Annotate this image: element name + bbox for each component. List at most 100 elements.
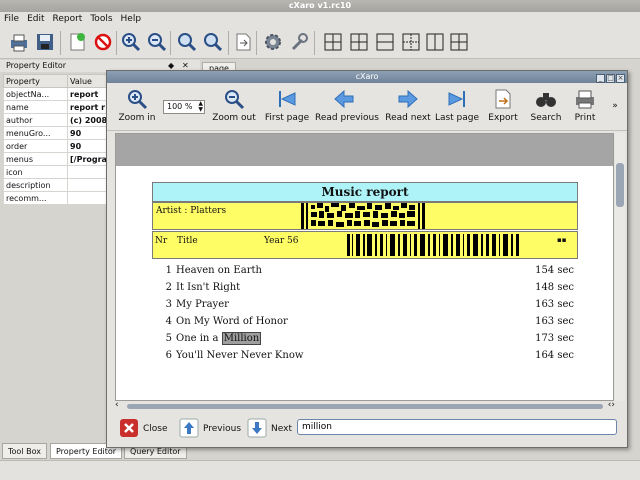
layout-grid-icon[interactable] xyxy=(424,31,446,53)
menu-tools[interactable]: Tools xyxy=(86,12,116,27)
table-row[interactable]: objectNa... report xyxy=(3,87,108,101)
zoom-out-button[interactable]: Zoom out xyxy=(209,87,259,123)
menu-file[interactable]: File xyxy=(0,12,23,27)
table-row[interactable]: icon xyxy=(3,165,108,179)
export-button[interactable]: Export xyxy=(485,87,521,123)
table-row[interactable]: name report r xyxy=(3,100,108,114)
row-number: 6 xyxy=(165,350,172,361)
header-year: Year 56 xyxy=(264,236,299,246)
page-gap xyxy=(116,134,613,166)
zoom-in-label: Zoom in xyxy=(118,113,156,123)
toolbar-overflow-button[interactable]: » xyxy=(609,101,621,111)
zoom-in-icon xyxy=(128,90,148,110)
maximize-icon[interactable]: □ xyxy=(606,74,615,83)
report-title: Music report xyxy=(152,182,578,202)
row-title: One in a Million xyxy=(176,330,262,347)
table-row[interactable]: menus [/Progra xyxy=(3,152,108,166)
save-icon[interactable] xyxy=(34,31,56,53)
layout-grid-icon[interactable] xyxy=(448,31,470,53)
property-name: menuGro... xyxy=(3,126,68,140)
toolbar-separator xyxy=(228,31,229,55)
find-next-label: Next xyxy=(271,424,292,434)
close-find-label: Close xyxy=(143,424,168,434)
table-row[interactable]: recomm... xyxy=(3,191,108,205)
table-row[interactable]: menuGro... 90 xyxy=(3,126,108,140)
property-value[interactable] xyxy=(67,165,108,179)
zoom-out-icon[interactable] xyxy=(146,31,168,53)
spinner-icon[interactable]: ▲ ▼ xyxy=(198,101,203,113)
horizontal-scrollbar[interactable]: ‹ ‹› xyxy=(115,400,615,411)
report-row: 4 On My Word of Honor 163 sec xyxy=(152,313,578,330)
layout-grid-icon[interactable] xyxy=(374,31,396,53)
vertical-scrollbar[interactable] xyxy=(615,133,625,401)
find-previous-button[interactable]: Previous xyxy=(179,417,241,441)
property-value[interactable]: 90 xyxy=(67,139,108,153)
artist-band: Artist : Platters xyxy=(152,202,578,230)
layout-grid-icon[interactable] xyxy=(322,31,344,53)
zoom-out-label: Zoom out xyxy=(212,113,256,123)
scroll-right-icon[interactable]: ‹› xyxy=(608,400,615,410)
menu-help[interactable]: Help xyxy=(117,12,146,27)
zoom-in-icon[interactable] xyxy=(120,31,142,53)
layout-grid-icon[interactable] xyxy=(348,31,370,53)
zoom-in-button[interactable]: Zoom in xyxy=(113,87,161,123)
property-value[interactable] xyxy=(67,178,108,192)
row-number: 1 xyxy=(165,265,172,276)
dialog-titlebar: cXaro _ □ × xyxy=(107,71,627,83)
export-label: Export xyxy=(488,113,518,123)
toolbar-separator xyxy=(256,31,257,55)
property-value[interactable]: [/Progra xyxy=(67,152,108,166)
property-name: order xyxy=(3,139,68,153)
read-previous-button[interactable]: Read previous xyxy=(315,87,379,123)
layout-grid-icon[interactable] xyxy=(400,31,422,53)
search-button[interactable]: Search xyxy=(527,87,565,123)
find-next-button[interactable]: Next xyxy=(247,417,293,441)
last-page-icon xyxy=(448,91,465,107)
gear-icon[interactable] xyxy=(262,31,284,53)
artist-label: Artist : Platters xyxy=(156,206,227,216)
property-value[interactable] xyxy=(67,191,108,205)
property-value[interactable]: (c) 2008 xyxy=(67,113,108,127)
property-value[interactable]: report xyxy=(67,87,108,101)
delete-icon[interactable] xyxy=(92,31,114,53)
export-icon[interactable] xyxy=(232,31,254,53)
tab-tool-box[interactable]: Tool Box xyxy=(2,443,47,459)
row-duration: 163 sec xyxy=(535,316,574,327)
scroll-left-icon[interactable]: ‹ xyxy=(115,400,119,410)
first-page-button[interactable]: First page xyxy=(263,87,311,123)
column-header-value: Value xyxy=(67,74,108,88)
close-icon xyxy=(120,419,138,437)
export-icon xyxy=(495,89,511,109)
print-button[interactable]: Print xyxy=(569,87,601,123)
table-row[interactable]: description xyxy=(3,178,108,192)
magnifier-icon[interactable] xyxy=(176,31,198,53)
zoom-level-select[interactable]: 100 % ▲ ▼ xyxy=(163,100,205,114)
scrollbar-thumb[interactable] xyxy=(616,163,624,207)
search-label: Search xyxy=(530,113,562,123)
property-name: description xyxy=(3,178,68,192)
scrollbar-thumb[interactable] xyxy=(127,404,603,409)
last-page-button[interactable]: Last page xyxy=(433,87,481,123)
print-icon[interactable] xyxy=(8,31,30,53)
property-value[interactable]: 90 xyxy=(67,126,108,140)
close-find-button[interactable]: Close xyxy=(119,417,175,441)
row-number: 5 xyxy=(165,333,172,344)
menu-report[interactable]: Report xyxy=(49,12,87,27)
minimize-icon[interactable]: _ xyxy=(596,74,605,83)
status-bar xyxy=(0,460,640,480)
report-row: 6 You'll Never Never Know 164 sec xyxy=(152,347,578,364)
new-document-icon[interactable] xyxy=(66,31,88,53)
magnifier-icon[interactable] xyxy=(202,31,224,53)
property-value[interactable]: report r xyxy=(67,100,108,114)
menubar: File Edit Report Tools Help xyxy=(0,12,640,27)
menu-edit[interactable]: Edit xyxy=(23,12,48,27)
table-row[interactable]: author (c) 2008 xyxy=(3,113,108,127)
zoom-out-icon xyxy=(225,90,245,110)
first-page-label: First page xyxy=(264,113,310,123)
table-row[interactable]: order 90 xyxy=(3,139,108,153)
close-icon[interactable]: × xyxy=(616,74,625,83)
report-canvas[interactable]: Music report Artist : Platters Nr Title … xyxy=(115,133,614,401)
find-input[interactable]: million xyxy=(297,419,617,435)
read-next-button[interactable]: Read next xyxy=(383,87,433,123)
wrench-icon[interactable] xyxy=(288,31,310,53)
